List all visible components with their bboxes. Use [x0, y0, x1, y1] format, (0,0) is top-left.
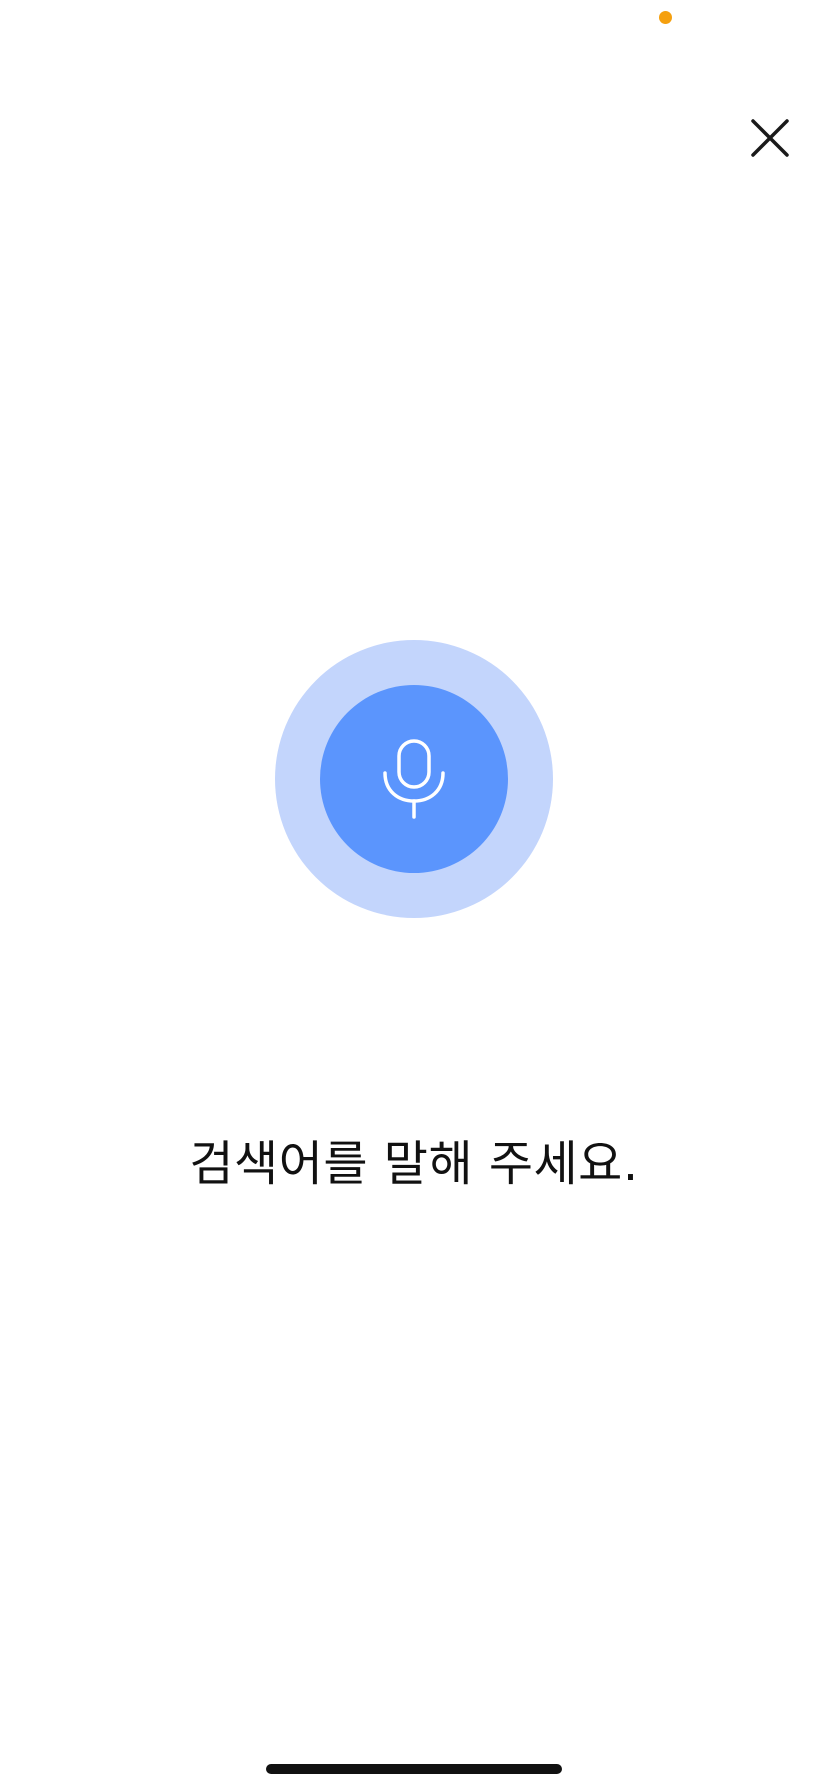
close-icon [750, 118, 790, 158]
voice-search-prompt: 검색어를 말해 주세요. [189, 1136, 639, 1192]
home-indicator[interactable] [266, 1764, 562, 1774]
privacy-indicator-dot [659, 11, 672, 24]
close-button[interactable] [738, 106, 802, 170]
microphone-button[interactable] [320, 685, 508, 873]
microphone-icon [382, 739, 446, 819]
